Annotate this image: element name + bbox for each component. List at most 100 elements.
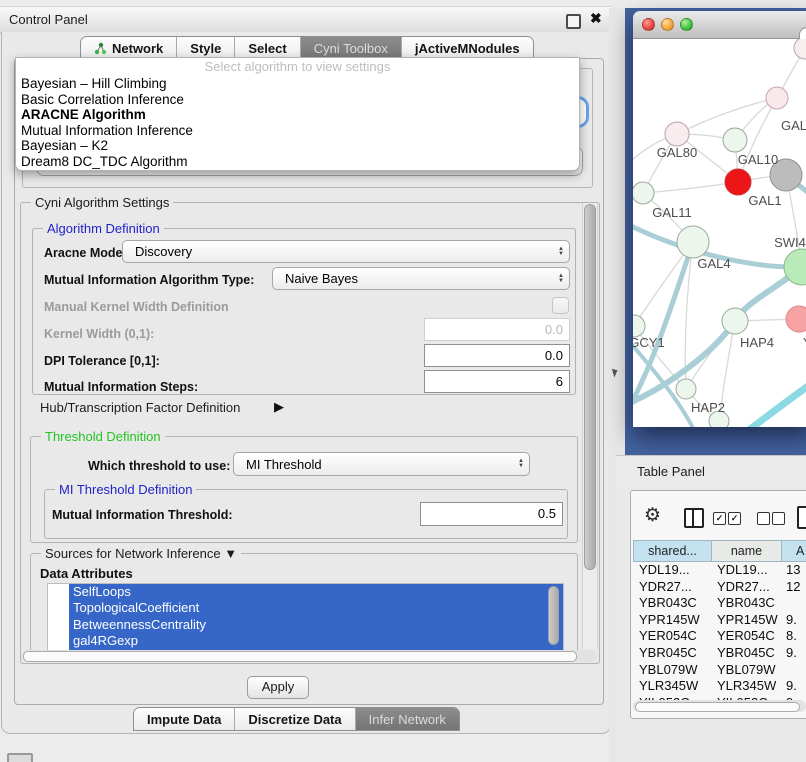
table-row[interactable]: YBL079WYBL079W	[633, 662, 806, 679]
collapsed-panel-stub[interactable]	[7, 753, 33, 762]
list-item[interactable]: SelfLoops	[69, 584, 563, 600]
list-item[interactable]: TopologicalCoefficient	[69, 600, 563, 616]
network-canvas[interactable]: GAL2 GAL80 GAL10 GAL1 GAL11 GAL4 SWI4 GC…	[633, 39, 806, 427]
list-scrollbar-thumb[interactable]	[548, 586, 559, 645]
chevron-updown-icon: ▲▼	[553, 274, 569, 284]
settings-hscrollbar-thumb[interactable]	[23, 651, 577, 662]
network-window-titlebar[interactable]	[633, 11, 806, 39]
node-gal80	[665, 122, 689, 146]
apply-button[interactable]: Apply	[247, 676, 309, 699]
network-window[interactable]: GAL2 GAL80 GAL10 GAL1 GAL11 GAL4 SWI4 GC…	[633, 11, 806, 427]
column-header-shared[interactable]: shared...	[633, 540, 712, 562]
dropdown-placeholder: Select algorithm to view settings	[16, 58, 579, 76]
control-panel-title: Control Panel	[9, 12, 88, 27]
dropdown-item[interactable]: Mutual Information Inference	[16, 123, 579, 139]
mi-type-label: Mutual Information Algorithm Type:	[44, 273, 254, 287]
data-attributes-list[interactable]: SelfLoops TopologicalCoefficient Between…	[47, 583, 564, 651]
list-item[interactable]: gal4RGexp	[69, 633, 563, 649]
node-label: GAL11	[652, 205, 692, 220]
mi-threshold-label: Mutual Information Threshold:	[52, 508, 233, 522]
node-label: GAL2	[781, 118, 806, 133]
mi-steps-field[interactable]: 6	[424, 370, 570, 393]
unchecked-checkbox-icon[interactable]	[757, 512, 770, 525]
table-row[interactable]: YLR345WYLR345W9.	[633, 678, 806, 695]
which-threshold-value: MI Threshold	[234, 457, 513, 472]
aracne-mode-label: Aracne Mode:	[44, 246, 127, 260]
expand-arrow-icon[interactable]: ▼	[224, 546, 237, 561]
mi-type-combobox[interactable]: Naive Bayes ▲▼	[272, 267, 570, 290]
dropdown-item[interactable]: Bayesian – K2	[16, 138, 579, 154]
tab-network-label: Network	[112, 41, 163, 56]
network-icon	[94, 42, 107, 55]
node-hap4	[722, 308, 748, 334]
which-threshold-combobox[interactable]: MI Threshold ▲▼	[233, 452, 530, 476]
table-hscrollbar-thumb[interactable]	[635, 702, 800, 712]
list-item[interactable]: BetweennessCentrality	[69, 617, 563, 633]
zoom-traffic-light-icon[interactable]	[680, 18, 693, 31]
table-row[interactable]: YDL19...YDL19...13	[633, 562, 806, 579]
tab-select-label: Select	[248, 41, 286, 56]
node-label: SWI4	[774, 235, 806, 250]
node-gal2	[766, 87, 788, 109]
mi-type-value: Naive Bayes	[273, 271, 553, 286]
manual-kernel-label: Manual Kernel Width Definition	[44, 300, 229, 314]
node-gal4	[677, 226, 709, 258]
node-salmon	[786, 306, 806, 332]
node-table[interactable]: shared... name A YDL19...YDL19...13 YDR2…	[633, 540, 806, 712]
algorithm-definition-title: Algorithm Definition	[43, 221, 164, 236]
bottom-tabbar: Impute Data Discretize Data Infer Networ…	[133, 707, 460, 731]
algorithm-dropdown-popup: Select algorithm to view settings Bayesi…	[15, 57, 580, 171]
mi-threshold-definition-title: MI Threshold Definition	[55, 482, 196, 497]
table-row[interactable]: YDR27...YDR27...12	[633, 579, 806, 596]
unchecked-checkbox-icon[interactable]	[772, 512, 785, 525]
close-icon[interactable]: ✖	[590, 10, 602, 27]
column-header-name[interactable]: name	[712, 540, 782, 562]
dropdown-item[interactable]: Basic Correlation Inference	[16, 92, 579, 108]
dropdown-item[interactable]: Dream8 DC_TDC Algorithm	[16, 154, 579, 170]
checked-checkbox-icon[interactable]: ✓	[728, 512, 741, 525]
mi-threshold-field[interactable]: 0.5	[420, 502, 563, 526]
dropdown-item-selected[interactable]: ARACNE Algorithm	[16, 107, 579, 123]
hub-definition-label: Hub/Transcription Factor Definition	[40, 400, 240, 415]
column-header-partial[interactable]: A	[782, 540, 806, 562]
which-threshold-label: Which threshold to use:	[88, 459, 230, 473]
node-label: HAP4	[740, 335, 774, 350]
node-gal1-selected	[725, 169, 751, 195]
tab-discretize-data[interactable]: Discretize Data	[234, 708, 354, 730]
node-label: GAL4	[697, 256, 730, 271]
settings-group-title: Cyni Algorithm Settings	[31, 195, 173, 210]
mi-steps-label: Mutual Information Steps:	[44, 380, 198, 394]
checked-checkbox-icon[interactable]: ✓	[713, 512, 726, 525]
tab-impute-data[interactable]: Impute Data	[134, 708, 234, 730]
node-gal10	[723, 128, 747, 152]
manual-kernel-checkbox[interactable]	[552, 297, 569, 314]
dpi-tolerance-label: DPI Tolerance [0,1]:	[44, 354, 160, 368]
dpi-tolerance-field[interactable]: 0.0	[424, 344, 570, 367]
settings-vscrollbar-thumb[interactable]	[584, 204, 596, 570]
minimize-traffic-light-icon[interactable]	[661, 18, 674, 31]
sources-title-text: Sources for Network Inference	[45, 546, 221, 561]
node-gcy1	[633, 315, 645, 337]
chevron-updown-icon: ▲▼	[513, 459, 529, 469]
screen: Control Panel ✖ Network Style Select Cyn…	[0, 0, 806, 762]
gear-icon[interactable]: ⚙	[644, 506, 661, 526]
chevron-updown-icon: ▲▼	[553, 247, 569, 257]
tab-infer-network[interactable]: Infer Network	[355, 708, 459, 730]
float-window-icon[interactable]	[566, 14, 581, 29]
page-icon[interactable]	[797, 506, 806, 529]
dropdown-item[interactable]: Bayesian – Hill Climbing	[16, 76, 579, 92]
columns-icon[interactable]	[684, 508, 704, 528]
table-row[interactable]: YPR145WYPR145W9.	[633, 612, 806, 629]
table-row[interactable]: YER054CYER054C8.	[633, 628, 806, 645]
aracne-mode-combobox[interactable]: Discovery ▲▼	[122, 240, 570, 263]
node-label: GCY1	[633, 335, 665, 350]
node-gal11	[633, 182, 654, 204]
table-row[interactable]: YBR045CYBR045C9.	[633, 645, 806, 662]
kernel-width-field[interactable]: 0.0	[424, 318, 570, 341]
node-label: GAL80	[657, 145, 697, 160]
aracne-mode-value: Discovery	[123, 244, 553, 259]
close-traffic-light-icon[interactable]	[642, 18, 655, 31]
threshold-definition-title: Threshold Definition	[41, 429, 165, 444]
table-row[interactable]: YBR043CYBR043C	[633, 595, 806, 612]
collapse-arrow-icon[interactable]: ▶	[274, 399, 284, 415]
